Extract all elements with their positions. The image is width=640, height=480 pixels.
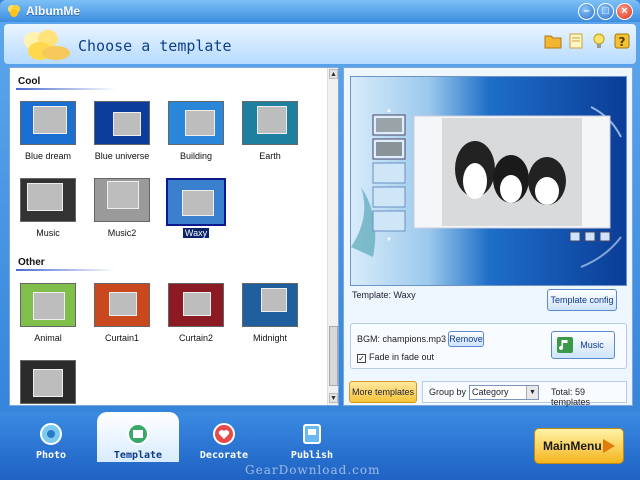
template-music[interactable]: Music — [16, 178, 80, 240]
watermark: GearDownload.com — [245, 463, 381, 477]
svg-text:▼: ▼ — [386, 237, 392, 243]
nav-label: Publish — [290, 450, 334, 461]
nav-photo[interactable]: Photo — [16, 420, 86, 468]
template-label: Curtain1 — [104, 333, 140, 343]
template-icon — [127, 423, 149, 445]
more-templates-button[interactable]: More templates — [349, 381, 417, 403]
group-by-bar: Group by Category ▼ Total: 59 templates — [422, 381, 627, 407]
template-earth[interactable]: Earth — [238, 101, 302, 163]
template-footer: More templates Group by Category ▼ Total… — [344, 376, 632, 407]
group-by-select[interactable]: Category ▼ — [469, 385, 539, 400]
template-preview: ▲ ▼ — [350, 76, 627, 286]
music-note-icon — [557, 337, 573, 353]
template-building[interactable]: Building — [164, 101, 228, 163]
template-animal[interactable]: Animal — [16, 283, 80, 345]
nav-publish[interactable]: Publish — [277, 420, 347, 468]
template-label: Building — [179, 151, 213, 161]
title-bar[interactable]: AlbumMe – □ × — [0, 0, 640, 22]
bgm-label: BGM: champions.mp3 — [357, 334, 447, 344]
template-label: Blue universe — [94, 151, 150, 161]
template-blue-dream[interactable]: Blue dream — [16, 101, 80, 163]
section-divider — [16, 88, 116, 90]
template-curtain2[interactable]: Curtain2 — [164, 283, 228, 345]
group-by-value: Category — [472, 387, 509, 397]
template-waxy[interactable]: Waxy — [164, 178, 228, 240]
template-unnamed[interactable] — [16, 360, 80, 405]
section-title-cool: Cool — [18, 76, 41, 87]
scroll-down-arrow-icon[interactable]: ▼ — [329, 393, 338, 403]
template-label: Music2 — [107, 228, 137, 238]
vertical-scrollbar[interactable]: ▲ ▼ — [327, 68, 338, 405]
template-total-count: Total: 59 templates — [551, 387, 591, 407]
template-label: Earth — [259, 151, 281, 161]
minimize-button[interactable]: – — [578, 3, 595, 20]
flower-logo-icon — [24, 30, 70, 60]
template-label: Waxy — [182, 228, 210, 238]
light-bulb-icon[interactable] — [590, 32, 608, 50]
music-button[interactable]: Music — [551, 331, 615, 359]
preview-artwork: ▲ ▼ — [351, 77, 626, 285]
app-logo-icon — [8, 5, 20, 17]
fade-label: Fade in fade out — [369, 352, 435, 362]
svg-text:?: ? — [619, 35, 626, 49]
help-icon[interactable]: ? — [613, 32, 631, 50]
template-music2[interactable]: Music2 — [90, 178, 154, 240]
folder-icon[interactable] — [544, 32, 562, 50]
template-label: Blue dream — [24, 151, 72, 161]
publish-icon — [303, 424, 321, 444]
template-midnight[interactable]: Midnight — [238, 283, 302, 345]
group-by-label: Group by — [429, 387, 467, 397]
scroll-thumb[interactable] — [329, 326, 338, 386]
checkbox-icon[interactable]: ✓ — [357, 354, 366, 363]
note-icon[interactable] — [567, 32, 585, 50]
globe-photo-icon — [40, 423, 62, 445]
template-label: Animal — [34, 333, 62, 343]
heart-decorate-icon — [213, 423, 235, 445]
main-menu-label: MainMenu — [543, 439, 602, 453]
nav-template[interactable]: Template — [103, 420, 173, 468]
arrow-right-icon — [603, 439, 615, 453]
template-list-panel: Cool Blue dream Blue universe Building E… — [9, 67, 339, 406]
fade-checkbox[interactable]: ✓ Fade in fade out — [357, 352, 434, 363]
nav-decorate[interactable]: Decorate — [189, 420, 259, 468]
section-divider — [16, 269, 116, 271]
main-menu-button[interactable]: MainMenu — [534, 428, 624, 464]
template-blue-universe[interactable]: Blue universe — [90, 101, 154, 163]
template-list[interactable]: Cool Blue dream Blue universe Building E… — [10, 68, 328, 405]
close-button[interactable]: × — [616, 3, 633, 20]
window-title: AlbumMe — [26, 4, 80, 18]
header-band: Choose a template ? — [4, 24, 636, 64]
remove-bgm-button[interactable]: Remove — [448, 331, 484, 347]
section-title-other: Other — [18, 257, 45, 268]
template-preview-panel: ▲ ▼ Template: Waxy Template config BGM: — [343, 67, 633, 407]
template-label: Midnight — [252, 333, 288, 343]
app-window: AlbumMe – □ × Choose a template ? Cool B… — [0, 0, 640, 480]
template-config-button[interactable]: Template config — [547, 289, 617, 311]
nav-label: Decorate — [199, 450, 249, 461]
maximize-button[interactable]: □ — [597, 3, 614, 20]
template-curtain1[interactable]: Curtain1 — [90, 283, 154, 345]
chevron-down-icon[interactable]: ▼ — [526, 386, 538, 399]
scroll-up-arrow-icon[interactable]: ▲ — [329, 69, 338, 79]
template-label: Curtain2 — [178, 333, 214, 343]
music-label: Music — [580, 340, 604, 350]
template-name-label: Template: Waxy — [352, 290, 416, 300]
nav-label: Photo — [35, 450, 67, 461]
svg-text:▲: ▲ — [386, 108, 392, 114]
template-label: Music — [36, 228, 60, 238]
nav-label: Template — [113, 450, 163, 461]
bgm-group: BGM: champions.mp3 Remove ✓ Fade in fade … — [350, 323, 627, 369]
page-title: Choose a template — [78, 37, 232, 55]
